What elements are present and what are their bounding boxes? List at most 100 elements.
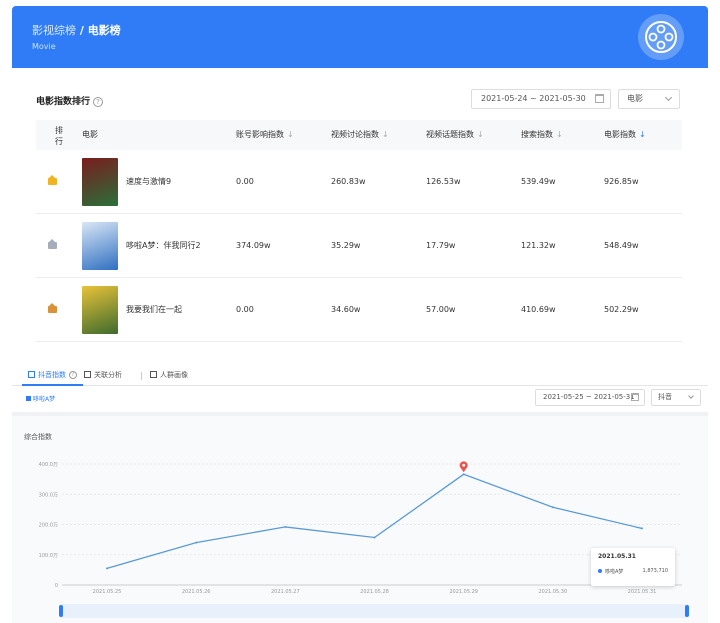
x-tick-label: 2021.05.29 — [449, 589, 478, 595]
cell-movie-index: 548.49w — [604, 241, 639, 250]
data-point — [284, 525, 287, 528]
breadcrumb-separator: / — [76, 24, 88, 37]
col-video-discussion-label: 视频讨论指数 — [331, 130, 379, 139]
chart-section-label: 综合指数 — [24, 433, 52, 441]
data-point — [641, 527, 643, 530]
col-video-discussion[interactable]: 视频讨论指数 ↓ — [331, 120, 389, 150]
data-point — [462, 473, 465, 476]
col-movie: 电影 — [82, 130, 98, 139]
banner-subtitle: Movie — [32, 42, 56, 51]
chart-zoom-slider[interactable] — [59, 604, 689, 618]
x-tick-label: 2021.05.26 — [182, 589, 211, 595]
tab-audience-profile[interactable]: 人群画像 — [150, 364, 188, 386]
movie-title[interactable]: 我要我们在一起 — [126, 278, 182, 342]
tab-douyin-index[interactable]: 抖音指数? — [22, 364, 83, 386]
cell-video-discussion: 34.60w — [331, 305, 361, 314]
data-point — [373, 536, 376, 539]
breadcrumb-parent-link[interactable]: 影视综榜 — [32, 24, 76, 37]
col-account-influence-label: 账号影响指数 — [236, 130, 284, 139]
movie-type-select[interactable]: 电影 — [618, 89, 680, 109]
table-row[interactable]: 速度与激情9 0.00 260.83w 126.53w 539.49w 926.85w — [36, 150, 682, 214]
help-icon[interactable]: ? — [69, 371, 77, 379]
tooltip-date: 2021.05.31 — [598, 553, 636, 560]
movie-title[interactable]: 哆啦A梦：伴我同行2 — [126, 214, 201, 278]
data-point — [551, 506, 554, 509]
ranking-date-picker[interactable]: 2021-05-24 ~ 2021-05-30 — [471, 89, 611, 109]
sort-down-icon: ↓ — [382, 130, 389, 139]
calendar-icon — [631, 393, 639, 401]
link-icon — [84, 371, 91, 378]
tab-related-analysis-label: 关联分析 — [94, 371, 122, 379]
series-tag[interactable]: 哆啦A梦 — [26, 394, 55, 403]
zoom-handle-right[interactable] — [685, 605, 689, 617]
col-movie-index-label: 电影指数 — [604, 130, 636, 139]
col-account-influence[interactable]: 账号影响指数 ↓ — [236, 120, 294, 150]
x-tick-label: 2021.05.27 — [271, 589, 300, 595]
chart-icon — [28, 371, 35, 378]
film-reel-icon — [638, 14, 684, 60]
x-tick-label: 2021.05.31 — [628, 589, 657, 595]
col-search-label: 搜索指数 — [521, 130, 553, 139]
cell-account-influence: 0.00 — [236, 177, 254, 186]
cell-account-influence: 374.09w — [236, 241, 271, 250]
movie-type-value: 电影 — [627, 94, 643, 103]
tab-douyin-index-label: 抖音指数 — [38, 371, 66, 379]
cell-video-topic: 126.53w — [426, 177, 461, 186]
movie-poster[interactable] — [82, 286, 118, 334]
y-tick-label: 400.0万 — [39, 462, 58, 468]
x-tick-label: 2021.05.28 — [360, 589, 389, 595]
tooltip-row: 哆啦A梦 1,873,710 — [598, 568, 668, 575]
rank-crown-icon — [48, 239, 57, 249]
tab-related-analysis[interactable]: 关联分析 — [84, 364, 122, 386]
tooltip-series-dot — [598, 569, 602, 573]
cell-video-topic: 57.00w — [426, 305, 456, 314]
rank-crown-icon — [48, 303, 57, 313]
series-tag-label: 哆啦A梦 — [33, 396, 56, 403]
breadcrumb-current: 电影榜 — [87, 24, 121, 37]
platform-select[interactable]: 抖音 — [651, 389, 701, 406]
trend-date-value: 2021-05-25 ~ 2021-05-31 — [543, 393, 635, 401]
col-search[interactable]: 搜索指数 ↓ — [521, 120, 563, 150]
sort-down-icon: ↓ — [477, 130, 484, 139]
tooltip-series-name: 哆啦A梦 — [605, 569, 624, 575]
cell-movie-index: 926.85w — [604, 177, 639, 186]
cell-search: 539.49w — [521, 177, 556, 186]
breadcrumb: 影视综榜 / 电影榜 — [32, 22, 121, 38]
sort-down-icon: ↓ — [556, 130, 563, 139]
table-header: 排行 电影 账号影响指数 ↓ 视频讨论指数 ↓ 视频话题指数 ↓ 搜索指数 ↓ 电影指数… — [36, 120, 682, 150]
movie-poster[interactable] — [82, 158, 118, 206]
col-movie-index[interactable]: 电影指数 ↓ — [604, 120, 646, 150]
sort-down-icon: ↓ — [287, 130, 294, 139]
ranking-title: 电影指数排行? — [36, 94, 104, 107]
tooltip-value: 1,873,710 — [642, 568, 668, 574]
table-row[interactable]: 哆啦A梦：伴我同行2 374.09w 35.29w 17.79w 121.32w 548.… — [36, 214, 682, 278]
cell-search: 121.32w — [521, 241, 556, 250]
trend-date-picker[interactable]: 2021-05-25 ~ 2021-05-31 — [535, 389, 645, 406]
cell-video-discussion: 35.29w — [331, 241, 361, 250]
cell-movie-index: 502.29w — [604, 305, 639, 314]
ranking-title-text: 电影指数排行 — [36, 97, 91, 107]
y-tick-label: 300.0万 — [39, 492, 58, 498]
cell-search: 410.69w — [521, 305, 556, 314]
movie-poster[interactable] — [82, 222, 118, 270]
zoom-handle-left[interactable] — [59, 605, 63, 617]
location-pin-icon — [459, 461, 468, 473]
y-tick-label: 0 — [55, 583, 58, 589]
ranking-card: 电影指数排行? 2021-05-24 ~ 2021-05-30 电影 排行 电影… — [12, 68, 708, 348]
analysis-tabs: 抖音指数? 关联分析 人群画像 — [12, 364, 708, 386]
rank-crown-icon — [48, 175, 57, 185]
chevron-down-icon — [688, 393, 694, 399]
pin-center — [462, 463, 466, 467]
x-tick-label: 2021.05.25 — [93, 589, 122, 595]
cell-video-discussion: 260.83w — [331, 177, 366, 186]
data-point — [106, 567, 108, 570]
data-point — [195, 541, 198, 544]
cell-video-topic: 17.79w — [426, 241, 456, 250]
calendar-icon — [595, 94, 604, 103]
col-video-topic[interactable]: 视频话题指数 ↓ — [426, 120, 484, 150]
table-row[interactable]: 我要我们在一起 0.00 34.60w 57.00w 410.69w 502.29w — [36, 278, 682, 342]
tab-audience-profile-label: 人群画像 — [160, 371, 188, 379]
help-icon[interactable]: ? — [93, 96, 104, 107]
people-icon — [150, 371, 157, 378]
movie-title[interactable]: 速度与激情9 — [126, 150, 171, 214]
